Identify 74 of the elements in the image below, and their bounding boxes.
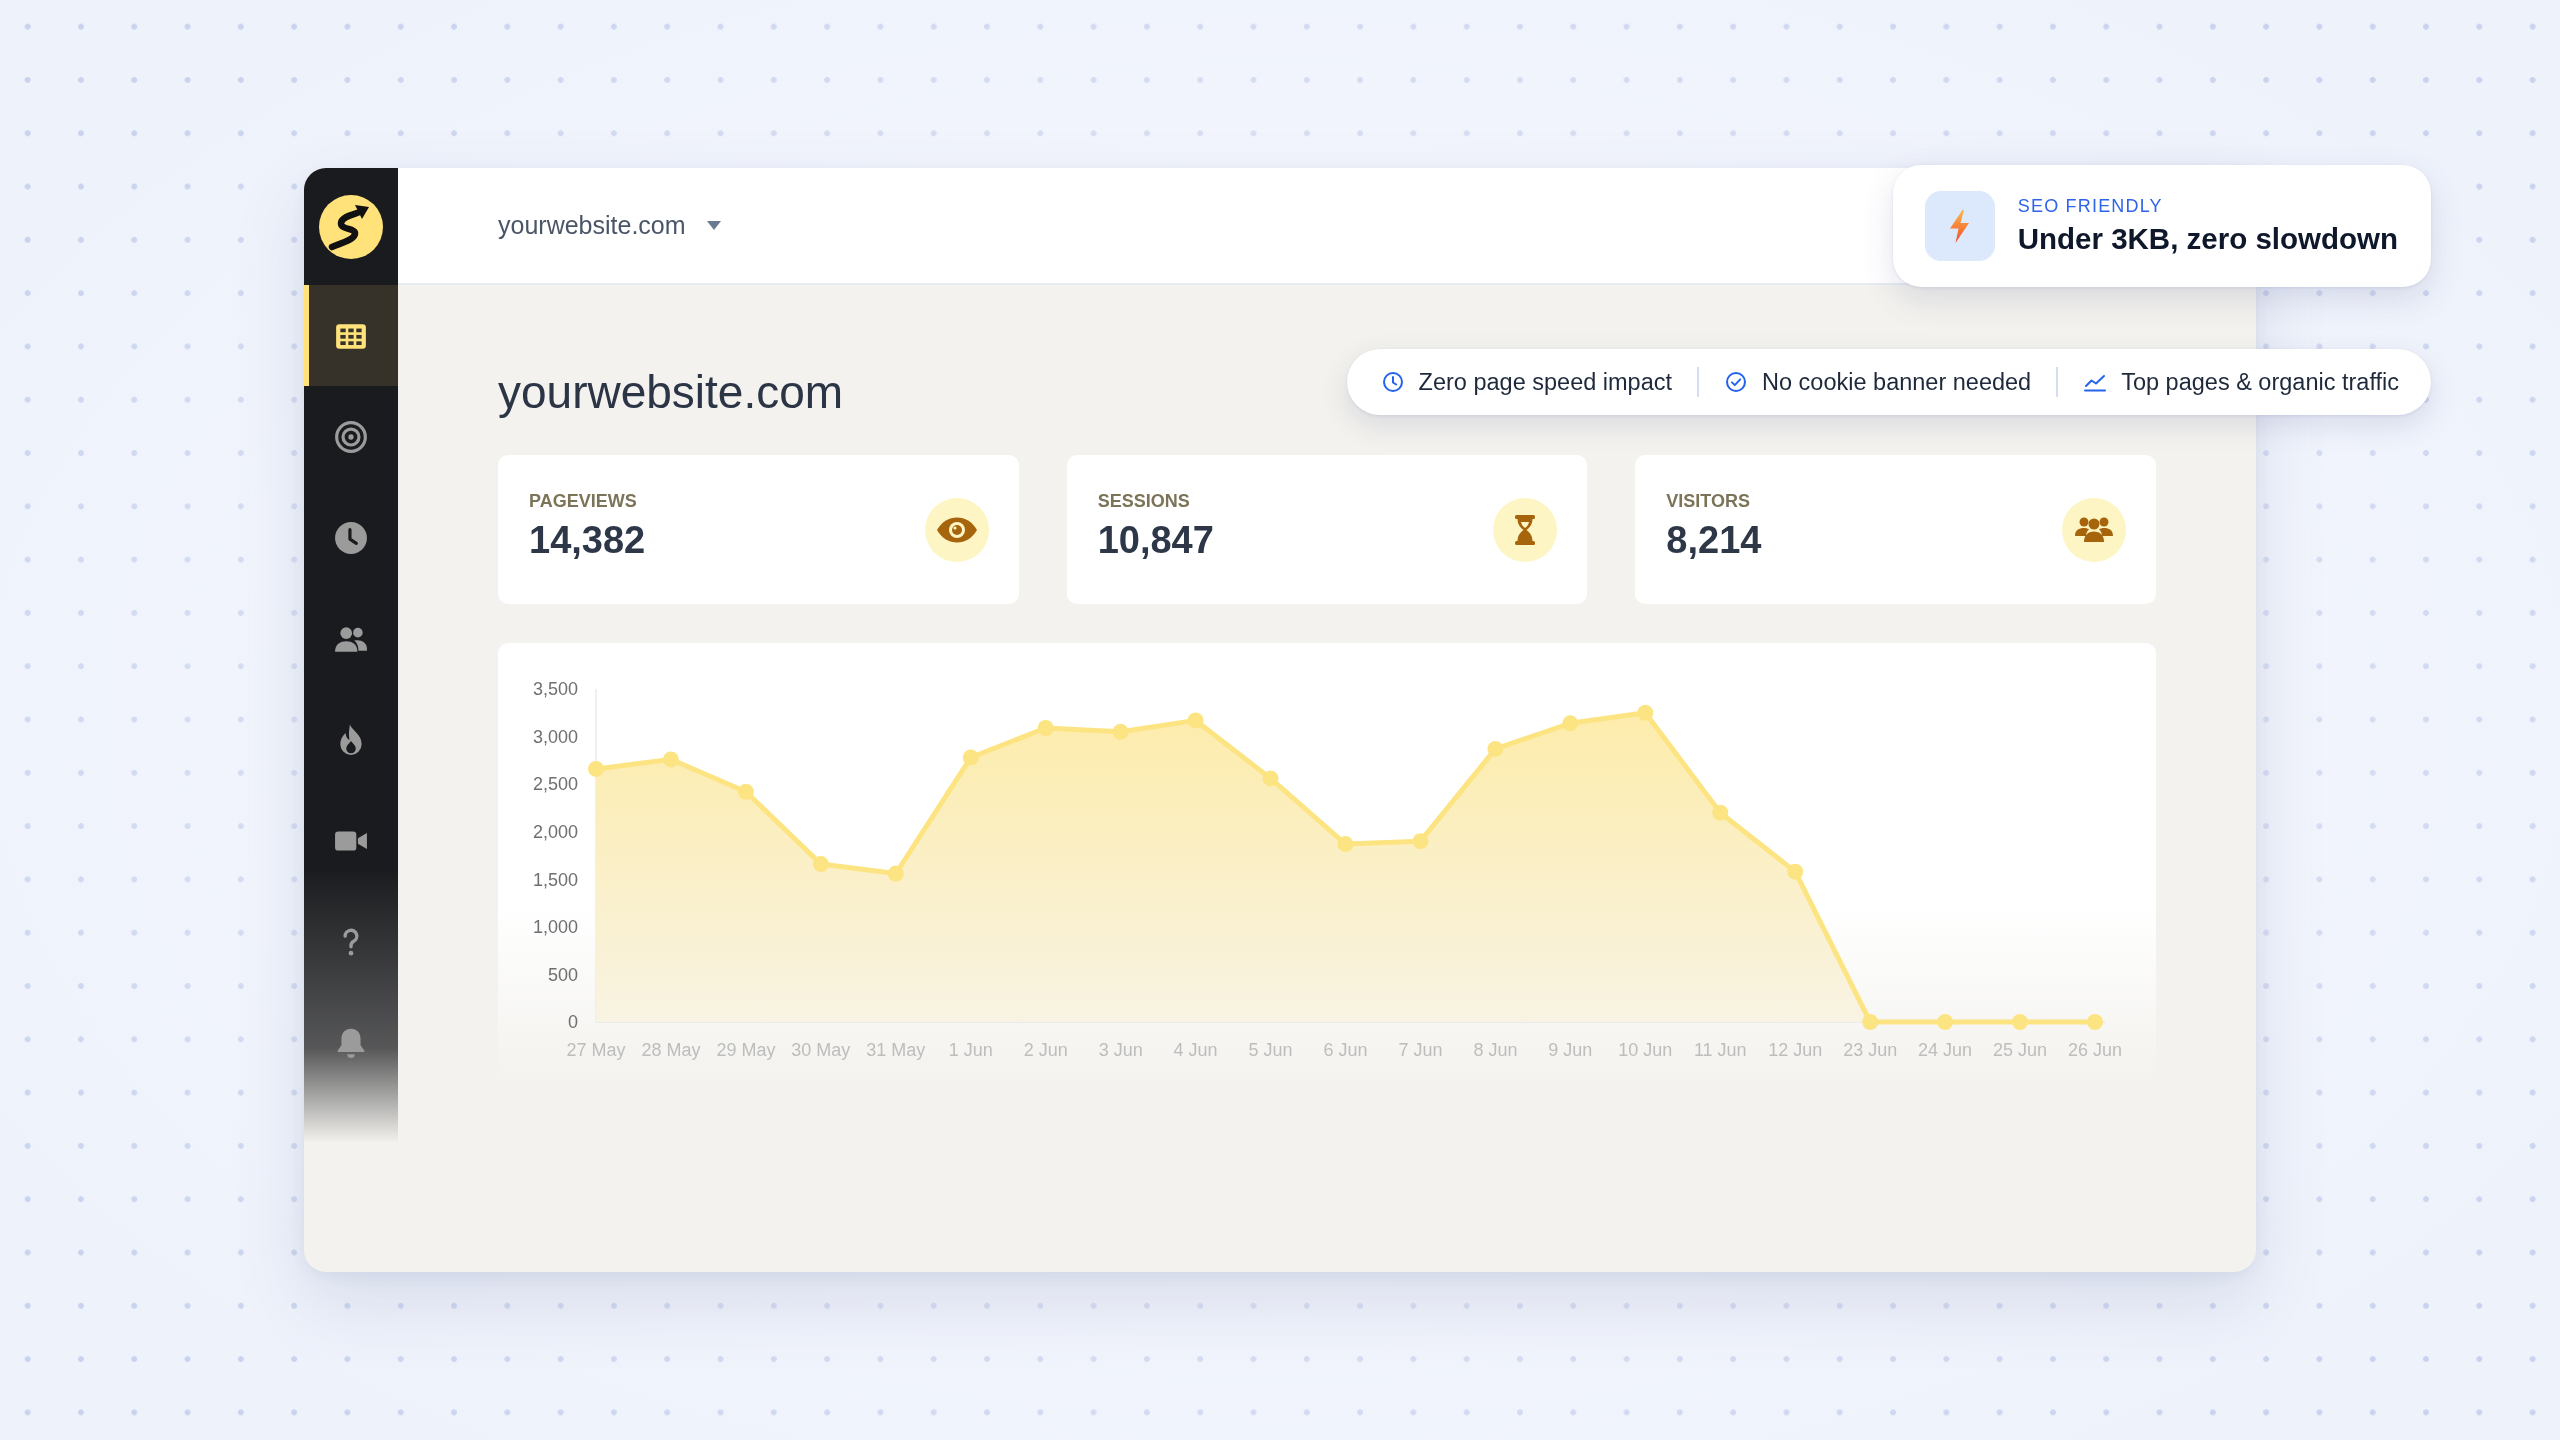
site-selector[interactable]: yourwebsite.com bbox=[498, 211, 722, 240]
x-axis-label: 12 Jun bbox=[1768, 1040, 1823, 1061]
x-axis-label: 27 May bbox=[566, 1040, 626, 1061]
x-axis-label: 26 Jun bbox=[2068, 1040, 2122, 1061]
data-point bbox=[962, 749, 979, 766]
x-axis-label: 3 Jun bbox=[1098, 1040, 1143, 1061]
data-point bbox=[1262, 770, 1279, 787]
stat-value: 14,382 bbox=[529, 518, 646, 562]
seo-eyebrow-text: SEO FRIENDLY bbox=[2017, 195, 2164, 217]
feature-text: No cookie banner needed bbox=[1762, 368, 2032, 396]
lightning-icon bbox=[1924, 191, 1995, 261]
data-point bbox=[1487, 740, 1504, 757]
group-icon bbox=[2062, 497, 2126, 562]
data-point bbox=[1037, 720, 1054, 736]
data-point bbox=[2087, 1014, 2103, 1030]
data-point bbox=[1337, 836, 1354, 853]
x-axis-label: 29 May bbox=[716, 1040, 776, 1061]
y-axis-label: 0 bbox=[568, 1012, 578, 1033]
y-axis-label: 1,500 bbox=[532, 869, 578, 890]
data-point bbox=[1712, 804, 1729, 821]
x-axis-label: 28 May bbox=[641, 1040, 701, 1061]
y-axis-label: 3,000 bbox=[532, 726, 578, 747]
data-point bbox=[1412, 833, 1429, 850]
clock-icon bbox=[334, 520, 368, 555]
data-point bbox=[1862, 1014, 1879, 1030]
caret-down-icon bbox=[705, 220, 722, 231]
check-circle-icon bbox=[1724, 370, 1749, 394]
data-point bbox=[2012, 1014, 2028, 1030]
stat-label: SESSIONS bbox=[1097, 490, 1191, 513]
nav-item[interactable] bbox=[304, 285, 398, 386]
feature-text: Zero page speed impact bbox=[1418, 368, 1673, 396]
data-point bbox=[588, 760, 604, 777]
data-point bbox=[1112, 723, 1129, 740]
data-point bbox=[737, 783, 754, 800]
y-axis-label: 2,000 bbox=[532, 821, 578, 842]
x-axis-label: 1 Jun bbox=[948, 1040, 993, 1061]
y-axis-label: 2,500 bbox=[532, 774, 578, 795]
x-axis-label: 11 Jun bbox=[1693, 1040, 1747, 1061]
target-icon bbox=[334, 419, 368, 454]
stat-label: VISITORS bbox=[1666, 490, 1752, 513]
hourglass-icon bbox=[1493, 497, 1558, 562]
x-axis-label: 7 Jun bbox=[1398, 1040, 1443, 1061]
page-title: yourwebsite.com bbox=[498, 366, 844, 418]
data-point bbox=[1562, 715, 1579, 732]
x-axis-label: 23 Jun bbox=[1843, 1040, 1898, 1061]
eye-icon bbox=[924, 497, 989, 562]
x-axis-label: 9 Jun bbox=[1548, 1040, 1593, 1061]
x-axis-label: 6 Jun bbox=[1323, 1040, 1368, 1061]
data-point bbox=[812, 856, 829, 873]
x-axis-label: 25 Jun bbox=[1993, 1040, 2048, 1061]
data-point bbox=[662, 751, 679, 768]
x-axis-label: 5 Jun bbox=[1248, 1040, 1293, 1061]
x-axis-label: 4 Jun bbox=[1173, 1040, 1218, 1061]
x-axis-label: 10 Jun bbox=[1618, 1040, 1673, 1061]
x-axis-label: 31 May bbox=[866, 1040, 926, 1061]
y-axis-label: 3,500 bbox=[532, 679, 578, 700]
y-axis-label: 500 bbox=[547, 964, 578, 985]
data-point bbox=[1937, 1014, 1954, 1030]
stat-value: 10,847 bbox=[1097, 518, 1214, 562]
data-point bbox=[1787, 863, 1804, 880]
y-axis-label: 1,000 bbox=[532, 917, 578, 938]
logo-icon bbox=[319, 194, 383, 259]
data-point bbox=[1637, 704, 1654, 721]
stat-value: 8,214 bbox=[1666, 518, 1762, 562]
data-point bbox=[887, 865, 904, 882]
stat-label: PAGEVIEWS bbox=[529, 490, 638, 513]
x-axis-label: 30 May bbox=[791, 1040, 851, 1061]
data-point bbox=[1187, 712, 1204, 729]
feature-text: Top pages & organic traffic bbox=[2121, 368, 2399, 396]
clock-icon bbox=[1380, 370, 1405, 394]
x-axis-label: 24 Jun bbox=[1918, 1040, 1973, 1061]
x-axis-label: 8 Jun bbox=[1473, 1040, 1518, 1061]
seo-headline: Under 3KB, zero slowdown bbox=[2017, 221, 2398, 257]
x-axis-label: 2 Jun bbox=[1023, 1040, 1068, 1061]
